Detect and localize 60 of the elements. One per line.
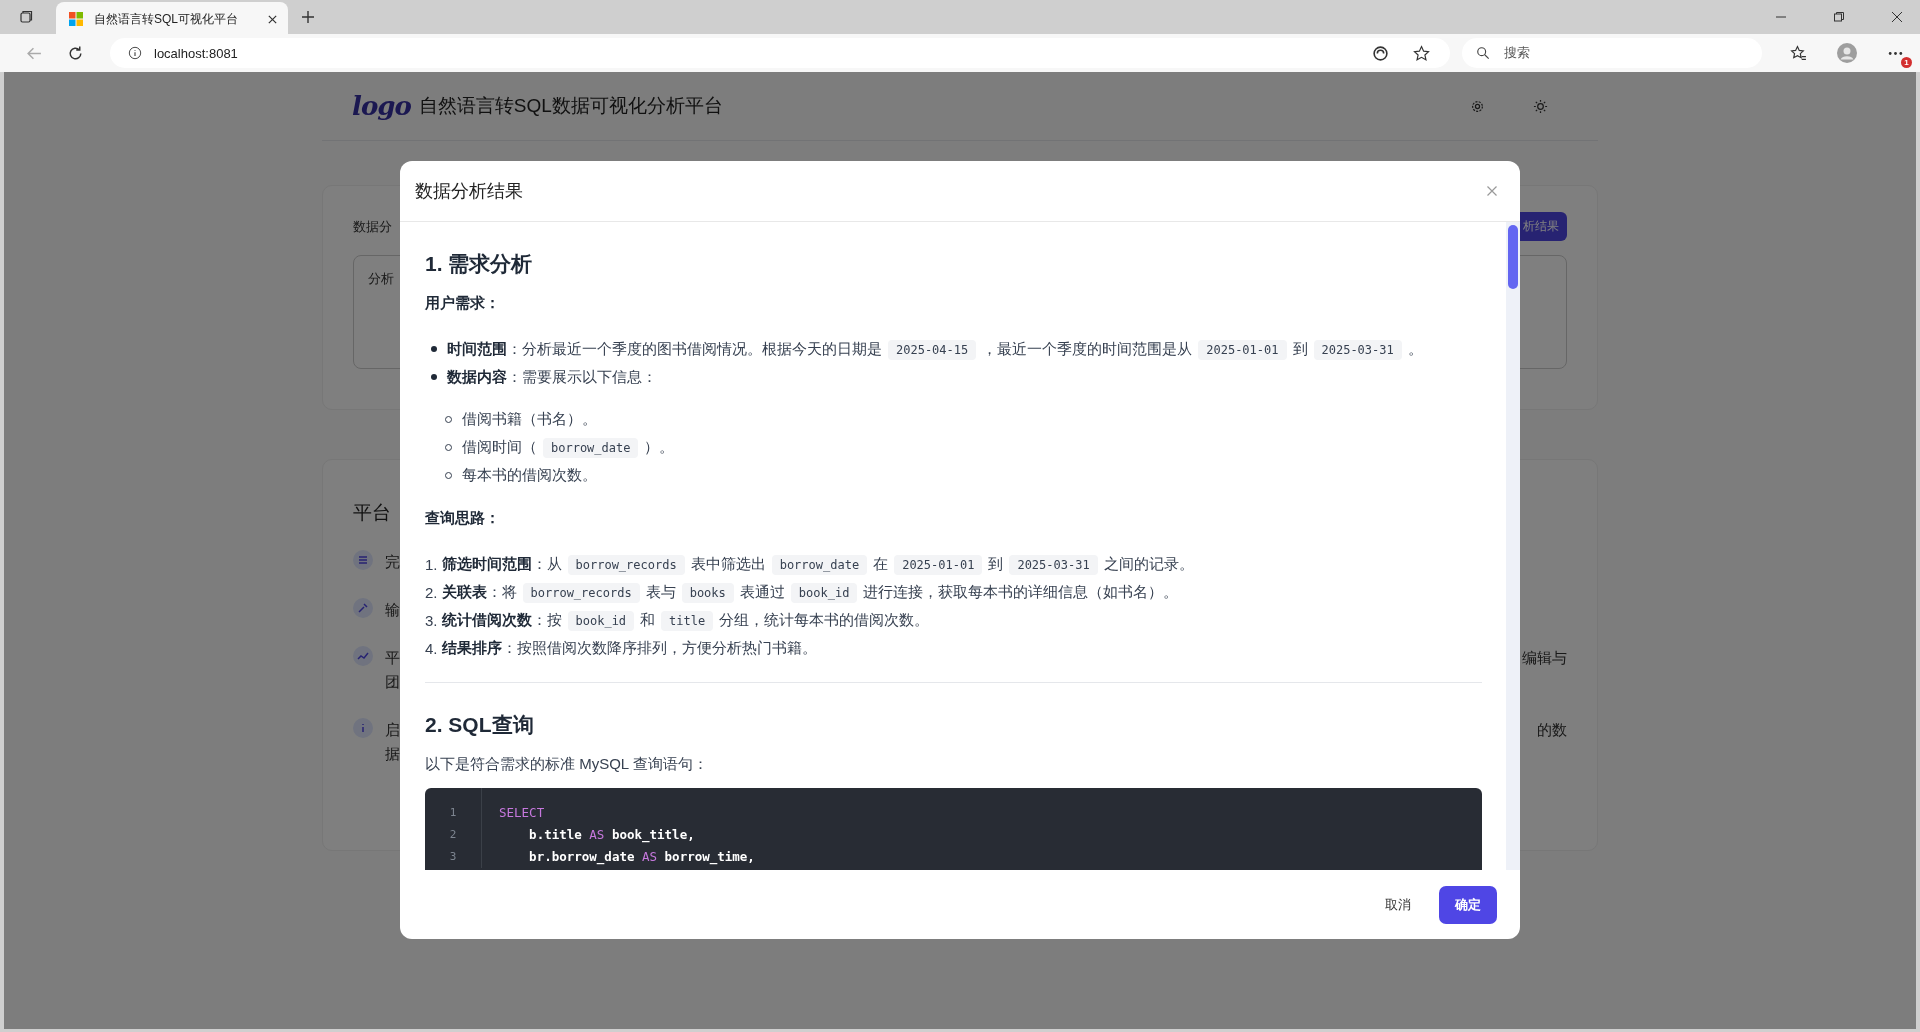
paragraph: 以下是符合需求的标准 MySQL 查询语句： [425, 755, 709, 774]
tab-actions-icon[interactable] [18, 9, 34, 25]
cancel-button[interactable]: 取消 [1375, 887, 1421, 922]
feature-text: 完 [385, 552, 400, 572]
chart-icon [353, 646, 373, 666]
app-title: 自然语言转SQL数据可视化分析平台 [418, 94, 723, 118]
feature-text: 的数 [1537, 720, 1567, 740]
settings-icon[interactable] [1470, 98, 1485, 114]
scrollbar[interactable] [1506, 222, 1520, 870]
info-icon [353, 718, 373, 738]
section-heading: 平台 [353, 501, 391, 525]
dialog-title: 数据分析结果 [415, 180, 523, 203]
bullet-icon [431, 374, 437, 380]
close-icon[interactable] [267, 13, 278, 25]
list-number: 1. [425, 555, 438, 573]
list-item: 借阅书籍（书名）。 [462, 409, 597, 429]
code-line: br.borrow_date AS borrow_time, [528, 848, 755, 867]
feature-text: 平 团 [385, 648, 400, 692]
address-bar[interactable]: localhost:8081 [110, 38, 1450, 68]
subheading: 查询思路： [425, 509, 501, 528]
url-text: localhost:8081 [154, 45, 238, 61]
line-number: 2 [449, 827, 457, 843]
card-label: 数据分 [353, 217, 392, 236]
list-item: 借阅时间（ borrow_date ）。 [462, 437, 675, 457]
favorites-icon[interactable] [1790, 44, 1807, 62]
line-number: 3 [449, 849, 457, 865]
star-icon[interactable] [1413, 44, 1430, 62]
search-icon [1476, 46, 1490, 60]
feature-text: 输 [385, 600, 400, 620]
list-item: 筛选时间范围：从 borrow_records 表中筛选出 borrow_date 在 2025-01-01 到 2025-03-31 之间的记录。 [441, 554, 1194, 574]
feature-text: 编辑与 [1522, 648, 1567, 668]
browser-tab[interactable]: 自然语言转SQL可视化平台 [56, 2, 288, 36]
info-icon[interactable] [128, 46, 142, 60]
logo: logo [352, 91, 411, 121]
list-item: 关联表：将 borrow_records 表与 books 表通过 book_id 进行连接，获取每本书的详细信息（如书名）。 [441, 582, 1179, 602]
favicon-icon [68, 11, 84, 27]
notification-badge: 1 [1901, 56, 1912, 68]
code-line: SELECT [499, 804, 546, 822]
confirm-button[interactable]: 确定 [1439, 885, 1497, 924]
refresh-icon[interactable] [67, 44, 84, 62]
list-item: 数据内容：需要展示以下信息： [447, 367, 657, 387]
list-item: 结果排序：按照借阅次数降序排列，方便分析热门书籍。 [441, 638, 817, 658]
section-heading: 2. SQL查询 [425, 712, 535, 738]
list-item: 统计借阅次数：按 book_id 和 title 分组，统计每本书的借阅次数。 [441, 610, 930, 630]
list-item: 时间范围：分析最近一个季度的图书借阅情况。根据今天的日期是 2025-04-15 ，最近一个季度的时间范围是从 2025-01-01 到 2025-03-31 。 [447, 339, 1423, 359]
list-number: 2. [425, 583, 438, 601]
bullet-icon [431, 346, 437, 352]
new-tab-icon[interactable] [300, 9, 316, 25]
line-number: 1 [449, 805, 457, 821]
section-heading: 1. 需求分析 [425, 251, 534, 277]
sun-icon[interactable] [1533, 98, 1548, 114]
code-line: b.title AS book_title, [528, 826, 696, 845]
list-number: 4. [425, 639, 438, 657]
list-item: 每本书的借阅次数。 [462, 465, 597, 485]
subheading: 用户需求： [425, 294, 501, 313]
feature-text: 启 据 [385, 720, 400, 764]
search-field[interactable]: 搜索 [1462, 38, 1762, 68]
tab-title: 自然语言转SQL可视化平台 [94, 10, 239, 28]
list-icon [353, 550, 373, 570]
list-number: 3. [425, 611, 438, 629]
